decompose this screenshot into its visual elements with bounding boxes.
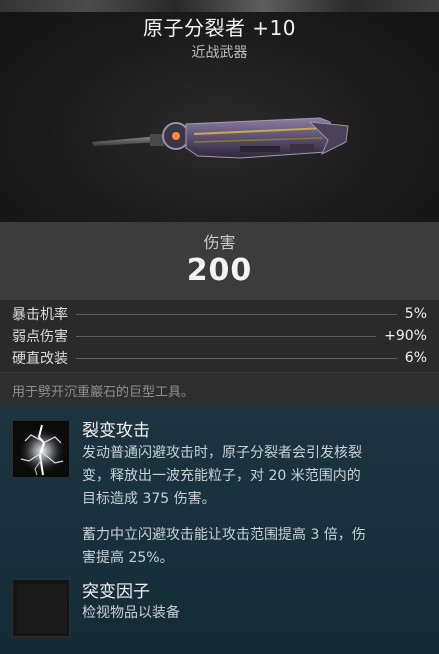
top-decorative-strip <box>0 0 439 12</box>
mod-description-line: 蓄力中立闪避攻击能让攻击范围提高 3 倍，伤 <box>82 527 366 543</box>
mod-description-line: 目标造成 375 伤害。 <box>82 491 216 507</box>
item-description: 用于劈开沉重巖石的巨型工具。 <box>0 372 439 406</box>
stats-list: 暴击机率 5% 弱点伤害 +90% 硬直改装 6% <box>0 300 439 372</box>
stat-name: 硬直改装 <box>12 351 68 367</box>
stat-row-crit-chance: 暴击机率 5% <box>12 303 427 325</box>
damage-block: 伤害 200 <box>0 222 439 300</box>
empty-slot-icon[interactable] <box>12 579 70 637</box>
lightning-burst-icon[interactable] <box>12 420 70 478</box>
stat-leader-line <box>76 313 397 315</box>
stat-name: 弱点伤害 <box>12 329 68 345</box>
stat-name: 暴击机率 <box>12 307 68 323</box>
stat-leader-line <box>76 357 397 359</box>
stat-value: +90% <box>384 328 427 344</box>
weapon-image <box>92 117 349 159</box>
damage-value: 200 <box>186 253 253 288</box>
mutator-title: 突变因子 <box>82 582 150 602</box>
mod-title: 裂变攻击 <box>82 421 150 441</box>
item-tooltip: 原子分裂者 +10 近战武器 伤害 200 暴击机率 5% 弱点伤害 +90% … <box>0 0 439 654</box>
mutator-hint: 检视物品以装备 <box>82 605 180 621</box>
item-description-text: 用于劈开沉重巖石的巨型工具。 <box>12 385 195 400</box>
mod-description-line: 变，释放出一波充能粒子，对 20 米范围内的 <box>82 468 361 484</box>
weapon-type: 近战武器 <box>191 45 248 61</box>
stat-value: 6% <box>404 350 427 366</box>
abilities-section: 裂变攻击 发动普通闪避攻击时，原子分裂者会引发核裂 变，释放出一波充能粒子，对 … <box>0 406 439 654</box>
stat-value: 5% <box>404 306 427 322</box>
mod-description-line: 发动普通闪避攻击时，原子分裂者会引发核裂 <box>82 445 362 461</box>
damage-label: 伤害 <box>203 233 236 252</box>
stat-row-weakspot-damage: 弱点伤害 +90% <box>12 325 427 347</box>
stat-leader-line <box>76 335 377 337</box>
stat-row-stagger-mod: 硬直改装 6% <box>12 347 427 369</box>
weapon-name: 原子分裂者 +10 <box>142 16 297 40</box>
mod-description-line: 害提高 25%。 <box>82 550 174 566</box>
weapon-header: 原子分裂者 +10 近战武器 <box>0 0 439 222</box>
